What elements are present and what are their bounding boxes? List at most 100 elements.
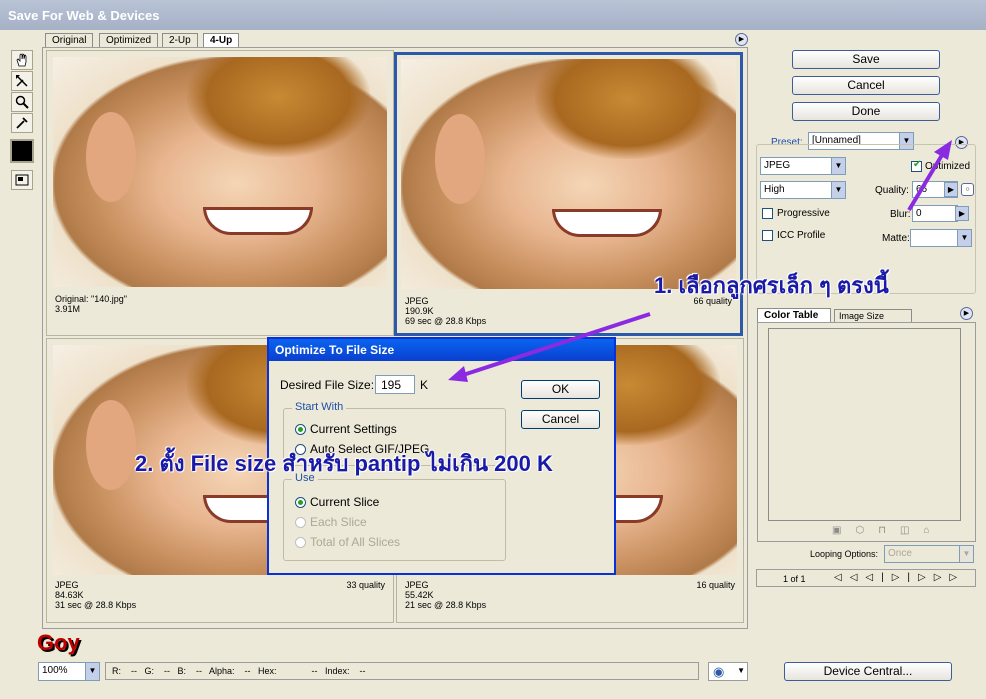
arrow-right-icon: ▶	[947, 185, 955, 194]
view-menu-button[interactable]: ▶	[735, 33, 748, 46]
optimized-checkbox[interactable]: ✔	[911, 159, 922, 172]
quality-label: Quality:	[875, 185, 909, 196]
chevron-down-icon: ▼	[957, 230, 971, 246]
matte-select[interactable]: ▼	[910, 229, 972, 247]
chevron-down-icon: ▼	[831, 182, 845, 198]
quality-mask-button[interactable]: ○	[961, 183, 974, 196]
pane-caption: JPEG 55.42K 21 sec @ 28.8 Kbps	[405, 580, 487, 610]
radio-selected-icon	[295, 497, 306, 509]
slices-icon	[15, 174, 29, 186]
dialog-title: Optimize To File Size	[269, 339, 614, 361]
browser-preview-button[interactable]: ◉ ▼	[708, 662, 748, 681]
tab-original[interactable]: Original	[45, 33, 94, 48]
arrow-right-icon: ▶	[963, 310, 970, 317]
preview-image	[401, 59, 736, 289]
preview-pane-original[interactable]: Original: "140.jpg" 3.91M	[46, 50, 394, 336]
frame-counter: 1 of 1	[783, 574, 806, 584]
file-format-select[interactable]: JPEG ▼	[760, 157, 846, 175]
color-table-swatches[interactable]	[768, 328, 961, 521]
window-title-bar: Save For Web & Devices	[0, 0, 986, 30]
hand-icon	[16, 53, 27, 67]
chevron-down-icon: ▼	[831, 158, 845, 174]
matte-label: Matte:	[882, 233, 910, 244]
tab-optimized[interactable]: Optimized	[99, 33, 159, 48]
quality-level-select[interactable]: High ▼	[760, 181, 846, 199]
done-button[interactable]: Done	[792, 102, 940, 121]
lock-color-icon[interactable]: ⬡	[855, 525, 878, 536]
looping-options-label: Looping Options:	[810, 549, 879, 559]
new-color-icon[interactable]: ◫	[900, 525, 923, 536]
radio-total-slices: Total of All Slices	[295, 535, 400, 549]
checkmark-icon: ✔	[913, 159, 922, 170]
tab-color-table[interactable]: Color Table	[757, 308, 831, 322]
window-title: Save For Web & Devices	[8, 8, 160, 23]
last-frame-icon[interactable]: ▷▷	[934, 572, 965, 583]
zoom-level-select[interactable]: 100% ▼	[38, 662, 100, 681]
slice-select-icon	[16, 75, 28, 87]
signature-goy: Goy	[37, 630, 80, 655]
eyedropper-color-swatch[interactable]	[10, 139, 34, 163]
device-central-button[interactable]: Device Central...	[784, 662, 952, 681]
zoom-tool[interactable]	[11, 92, 33, 112]
magnifier-icon	[15, 95, 29, 109]
pane-quality: 16 quality	[696, 580, 735, 590]
trash-icon[interactable]: ⌂	[923, 525, 943, 536]
browser-icon: ◉	[713, 664, 725, 679]
quality-slider-button[interactable]: ▶	[944, 182, 958, 197]
pane-caption: JPEG 84.63K 31 sec @ 28.8 Kbps	[55, 580, 137, 610]
hand-tool[interactable]	[11, 50, 33, 70]
chevron-down-icon: ▼	[737, 666, 745, 675]
desired-file-size-input[interactable]: 195	[375, 375, 415, 394]
color-table-toolbar: ▣⬡⊓◫⌂	[832, 525, 944, 536]
color-table-menu-button[interactable]: ▶	[960, 307, 973, 320]
chevron-down-icon: ▼	[85, 663, 99, 680]
icc-profile-checkbox[interactable]	[762, 230, 773, 241]
progressive-checkbox[interactable]	[762, 208, 773, 219]
looping-options-select[interactable]: Once ▼	[884, 545, 974, 563]
radio-selected-icon	[295, 424, 306, 436]
save-button[interactable]: Save	[792, 50, 940, 69]
dialog-cancel-button[interactable]: Cancel	[521, 410, 600, 429]
mask-icon: ○	[965, 186, 970, 193]
eyedropper-icon	[16, 117, 28, 129]
eyedropper-tool[interactable]	[11, 113, 33, 133]
progressive-label: Progressive	[777, 208, 830, 219]
annotation-step-1: 1. เลือกลูกศรเล็ก ๆ ตรงนี้	[654, 273, 889, 298]
lock-icon[interactable]: ⊓	[878, 525, 900, 536]
arrow-right-icon: ▶	[738, 36, 745, 43]
next-frame-icon[interactable]: |▷	[907, 572, 933, 583]
file-size-unit: K	[420, 378, 429, 392]
color-readout: R: -- G: -- B: -- Alpha: -- Hex: -- Inde…	[105, 662, 699, 680]
blur-slider-button[interactable]: ▶	[955, 206, 969, 221]
pane-quality: 33 quality	[346, 580, 385, 590]
play-icon[interactable]: ▷	[892, 572, 908, 583]
frame-nav: ◁◁◁|▷|▷▷▷	[834, 572, 965, 583]
blur-input[interactable]: 0	[912, 205, 958, 222]
radio-each-slice: Each Slice	[295, 515, 367, 529]
start-with-title: Start With	[292, 401, 347, 413]
chevron-down-icon: ▼	[959, 546, 973, 562]
use-group: Use Current Slice Each Slice Total of Al…	[283, 472, 506, 561]
desired-file-size-label: Desired File Size:	[280, 378, 375, 392]
annotation-step-2: 2. ตั้ง File size สำหรับ pantip ไม่เกิน …	[135, 451, 553, 476]
blur-label: Blur:	[890, 209, 911, 220]
first-frame-icon[interactable]: ◁◁	[834, 572, 865, 583]
preview-image	[53, 57, 387, 287]
radio-icon	[295, 537, 306, 549]
tab-image-size[interactable]: Image Size	[834, 309, 912, 322]
radio-current-settings[interactable]: Current Settings	[295, 422, 397, 436]
web-snap-icon[interactable]: ▣	[832, 525, 855, 536]
optimized-label: Optimized	[925, 161, 971, 172]
cancel-button[interactable]: Cancel	[792, 76, 940, 95]
pane-caption: Original: "140.jpg" 3.91M	[55, 294, 127, 314]
radio-icon	[295, 517, 306, 529]
prev-frame-icon[interactable]: ◁|	[865, 572, 891, 583]
toggle-slices-visibility[interactable]	[11, 170, 33, 190]
pane-caption: JPEG 190.9K 69 sec @ 28.8 Kbps	[405, 296, 487, 326]
tab-2-up[interactable]: 2-Up	[162, 33, 198, 48]
arrow-right-icon: ▶	[958, 209, 966, 218]
icc-profile-label: ICC Profile	[777, 230, 826, 241]
slice-select-tool[interactable]	[11, 71, 33, 91]
ok-button[interactable]: OK	[521, 380, 600, 399]
radio-current-slice[interactable]: Current Slice	[295, 495, 379, 509]
